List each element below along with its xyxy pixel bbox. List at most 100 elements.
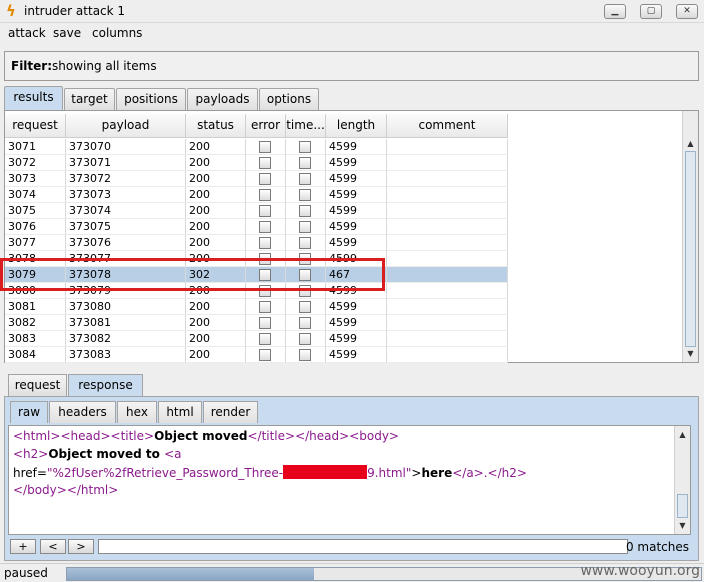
scroll-down-icon[interactable]: ▼	[684, 347, 697, 360]
error-checkbox[interactable]	[259, 317, 271, 329]
scroll-up-icon[interactable]: ▲	[684, 137, 697, 150]
lightning-icon: ϟ	[6, 2, 16, 20]
cell-timeout	[286, 299, 326, 315]
col-request[interactable]: request	[5, 114, 66, 138]
code-line-2: <h2>Object moved to <a	[13, 447, 182, 461]
tab-headers[interactable]: headers	[49, 401, 116, 423]
response-editor[interactable]: <html><head><title>Object moved</title><…	[8, 425, 691, 535]
table-row[interactable]: 3074 373073 200 4599	[5, 187, 508, 203]
tab-results[interactable]: results	[4, 86, 63, 110]
minimize-button[interactable]: ▁	[604, 4, 626, 19]
timeout-checkbox[interactable]	[299, 237, 311, 249]
col-status[interactable]: status	[186, 114, 246, 138]
cell-error	[246, 299, 286, 315]
tab-render[interactable]: render	[203, 401, 258, 423]
timeout-checkbox[interactable]	[299, 301, 311, 313]
filter-label: Filter:	[11, 59, 53, 73]
table-row[interactable]: 3084 373083 200 4599	[5, 347, 508, 363]
search-input[interactable]	[98, 539, 628, 554]
cell-payload: 373074	[66, 203, 186, 219]
tab-request[interactable]: request	[8, 374, 67, 396]
editor-scroll-thumb[interactable]	[677, 494, 688, 518]
cell-request: 3075	[5, 203, 66, 219]
col-length[interactable]: length	[326, 114, 387, 138]
cell-status: 200	[186, 331, 246, 347]
maximize-button[interactable]: ▢	[640, 4, 662, 19]
cell-request: 3081	[5, 299, 66, 315]
cell-comment	[387, 139, 508, 155]
table-row[interactable]: 3071 373070 200 4599	[5, 139, 508, 155]
next-button[interactable]: >	[68, 539, 94, 554]
error-checkbox[interactable]	[259, 221, 271, 233]
table-row[interactable]: 3076 373075 200 4599	[5, 219, 508, 235]
error-checkbox[interactable]	[259, 333, 271, 345]
add-button[interactable]: +	[10, 539, 36, 554]
tab-payloads[interactable]: payloads	[187, 88, 258, 110]
cell-error	[246, 347, 286, 363]
timeout-checkbox[interactable]	[299, 189, 311, 201]
scroll-up-icon[interactable]: ▲	[676, 428, 689, 441]
col-error[interactable]: error	[246, 114, 286, 138]
tab-options[interactable]: options	[259, 88, 319, 110]
timeout-checkbox[interactable]	[299, 157, 311, 169]
table-scrollbar[interactable]: ▲ ▼	[682, 111, 698, 362]
cell-status: 200	[186, 187, 246, 203]
error-checkbox[interactable]	[259, 173, 271, 185]
col-payload[interactable]: payload	[66, 114, 186, 138]
scroll-down-icon[interactable]: ▼	[676, 519, 689, 532]
table-row[interactable]: 3077 373076 200 4599	[5, 235, 508, 251]
cell-length: 4599	[326, 235, 387, 251]
timeout-checkbox[interactable]	[299, 141, 311, 153]
error-checkbox[interactable]	[259, 349, 271, 361]
error-checkbox[interactable]	[259, 237, 271, 249]
menu-save[interactable]: save	[53, 26, 81, 40]
menu-columns[interactable]: columns	[92, 26, 142, 40]
editor-scrollbar[interactable]: ▲ ▼	[674, 426, 690, 534]
tab-raw[interactable]: raw	[10, 401, 48, 423]
cell-request: 3084	[5, 347, 66, 363]
timeout-checkbox[interactable]	[299, 349, 311, 361]
error-checkbox[interactable]	[259, 205, 271, 217]
cell-comment	[387, 171, 508, 187]
scroll-thumb[interactable]	[685, 151, 696, 347]
tab-positions[interactable]: positions	[116, 88, 186, 110]
highlight-box	[0, 258, 385, 291]
tab-html[interactable]: html	[158, 401, 202, 423]
error-checkbox[interactable]	[259, 189, 271, 201]
tab-target[interactable]: target	[64, 88, 115, 110]
tab-response[interactable]: response	[68, 374, 143, 396]
tab-hex[interactable]: hex	[117, 401, 157, 423]
timeout-checkbox[interactable]	[299, 317, 311, 329]
table-row[interactable]: 3075 373074 200 4599	[5, 203, 508, 219]
timeout-checkbox[interactable]	[299, 221, 311, 233]
timeout-checkbox[interactable]	[299, 173, 311, 185]
menu-attack[interactable]: attack	[8, 26, 46, 40]
cell-comment	[387, 187, 508, 203]
watermark: www.wooyun.org	[580, 563, 700, 579]
table-row[interactable]: 3072 373071 200 4599	[5, 155, 508, 171]
cell-error	[246, 139, 286, 155]
cell-error	[246, 171, 286, 187]
table-row[interactable]: 3082 373081 200 4599	[5, 315, 508, 331]
results-table[interactable]: request payload status error time... len…	[4, 110, 699, 363]
timeout-checkbox[interactable]	[299, 205, 311, 217]
cell-comment	[387, 299, 508, 315]
cell-timeout	[286, 347, 326, 363]
col-timeout[interactable]: time...	[286, 114, 326, 138]
cell-timeout	[286, 331, 326, 347]
cell-request: 3077	[5, 235, 66, 251]
error-checkbox[interactable]	[259, 141, 271, 153]
prev-button[interactable]: <	[40, 539, 66, 554]
error-checkbox[interactable]	[259, 301, 271, 313]
cell-payload: 373071	[66, 155, 186, 171]
filter-bar[interactable]: Filter: showing all items	[4, 51, 699, 81]
table-row[interactable]: 3073 373072 200 4599	[5, 171, 508, 187]
close-button[interactable]: ✕	[676, 4, 698, 19]
table-row[interactable]: 3081 373080 200 4599	[5, 299, 508, 315]
cell-payload: 373082	[66, 331, 186, 347]
col-comment[interactable]: comment	[387, 114, 508, 138]
timeout-checkbox[interactable]	[299, 333, 311, 345]
error-checkbox[interactable]	[259, 157, 271, 169]
status-bar: paused www.wooyun.org	[0, 563, 704, 582]
table-row[interactable]: 3083 373082 200 4599	[5, 331, 508, 347]
